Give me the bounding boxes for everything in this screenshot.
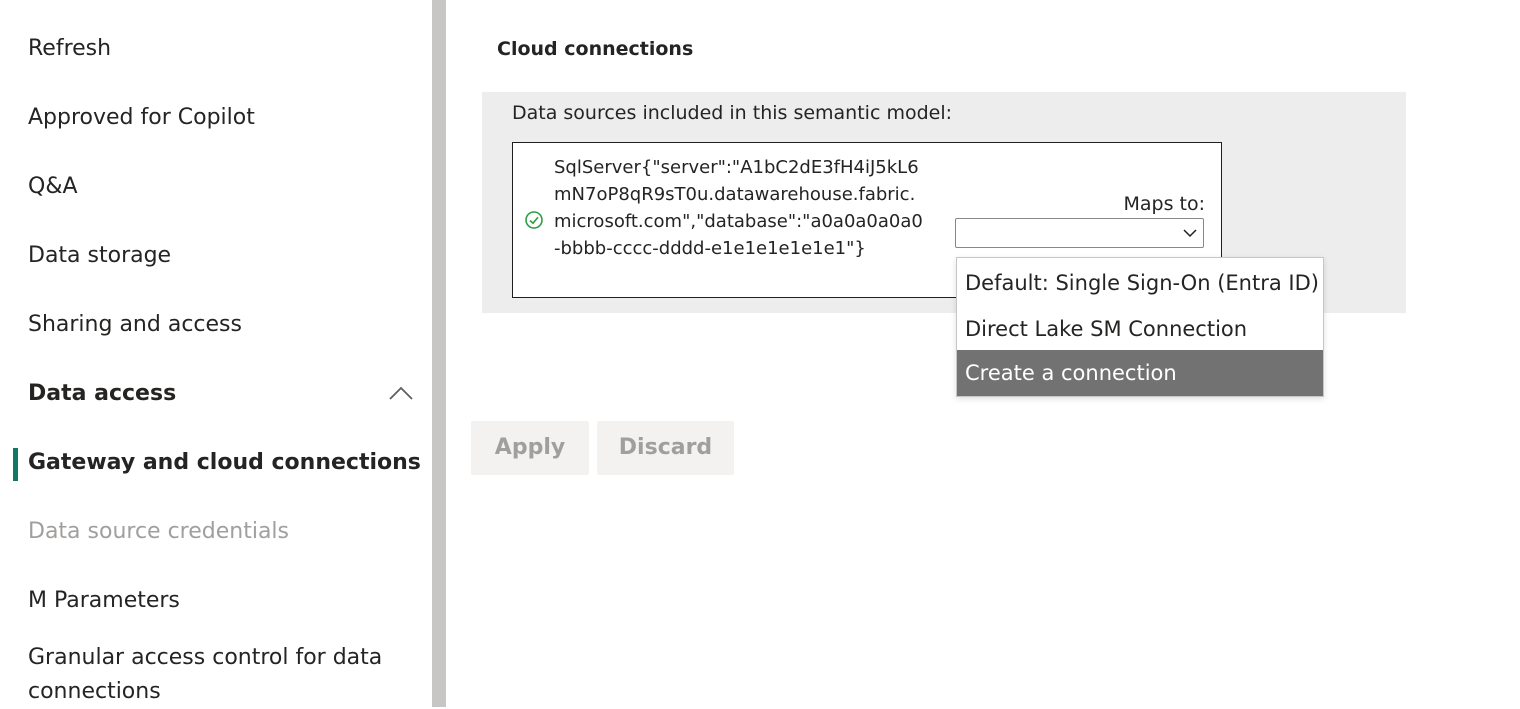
sidebar-item-sharing-and-access[interactable]: Sharing and access — [28, 312, 242, 337]
sidebar-item-gateway-and-cloud-connections[interactable]: Gateway and cloud connections — [28, 450, 421, 475]
data-source-text: SqlServer{"server":"A1bC2dE3fH4iJ5kL6mN7… — [554, 157, 923, 259]
dropdown-option-direct-lake[interactable]: Direct Lake SM Connection — [957, 306, 1323, 352]
chevron-down-icon — [1183, 229, 1197, 238]
selected-indicator — [13, 448, 18, 481]
maps-to-dropdown: Default: Single Sign-On (Entra ID) Direc… — [956, 257, 1324, 397]
sidebar-item-granular-access-control[interactable]: Granular access control for data connect… — [28, 641, 398, 709]
sidebar-item-data-storage[interactable]: Data storage — [28, 243, 171, 268]
dropdown-option-default-sso[interactable]: Default: Single Sign-On (Entra ID) — [957, 260, 1323, 306]
maps-to-select[interactable] — [955, 218, 1204, 248]
check-circle-icon — [525, 211, 543, 229]
section-title: Cloud connections — [497, 38, 694, 60]
sidebar-item-refresh[interactable]: Refresh — [28, 36, 111, 61]
sidebar-item-qna[interactable]: Q&A — [28, 174, 78, 199]
data-sources-label: Data sources included in this semantic m… — [512, 102, 953, 124]
sidebar-item-m-parameters[interactable]: M Parameters — [28, 588, 180, 613]
dropdown-option-create-connection[interactable]: Create a connection — [957, 350, 1323, 396]
sidebar-divider — [432, 0, 446, 707]
settings-sidebar: Refresh Approved for Copilot Q&A Data st… — [0, 0, 432, 707]
chevron-up-icon[interactable] — [388, 384, 414, 404]
discard-button[interactable]: Discard — [597, 421, 734, 475]
sidebar-section-data-access[interactable]: Data access — [28, 381, 176, 406]
apply-button[interactable]: Apply — [471, 421, 589, 475]
maps-to-label: Maps to: — [1123, 193, 1205, 215]
sidebar-item-data-source-credentials: Data source credentials — [28, 519, 290, 544]
sidebar-item-approved-for-copilot[interactable]: Approved for Copilot — [28, 105, 255, 130]
